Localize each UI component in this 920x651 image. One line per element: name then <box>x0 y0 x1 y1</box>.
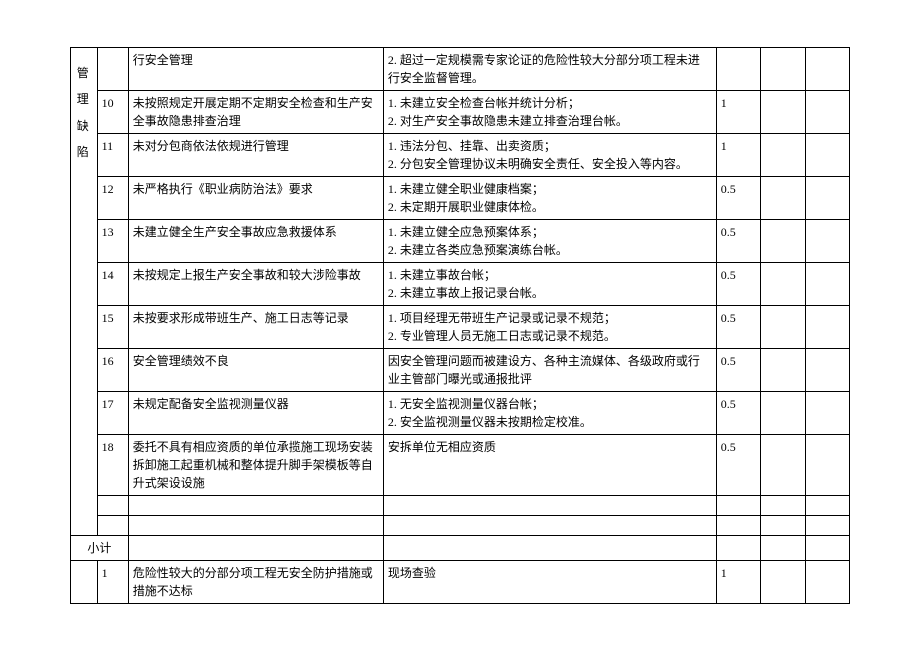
row-score: 0.5 <box>716 263 760 306</box>
row-no: 16 <box>97 349 128 392</box>
row-no: 11 <box>97 134 128 177</box>
row-basis: 1. 无安全监视测量仪器台帐；2. 安全监视测量仪器未按期检定校准。 <box>383 392 716 435</box>
row-basis: 安拆单位无相应资质 <box>383 435 716 496</box>
table-row <box>71 496 850 516</box>
table-row: 10 未按照规定开展定期不定期安全检查和生产安全事故隐患排查治理 1. 未建立安… <box>71 91 850 134</box>
table-row: 11 未对分包商依法依规进行管理 1. 违法分包、挂靠、出卖资质；2. 分包安全… <box>71 134 850 177</box>
row-basis: 因安全管理问题而被建设方、各种主流媒体、各级政府或行业主管部门曝光或通报批评 <box>383 349 716 392</box>
row-issue: 危险性较大的分部分项工程无安全防护措施或措施不达标 <box>128 561 383 604</box>
row-no: 14 <box>97 263 128 306</box>
row-no: 12 <box>97 177 128 220</box>
row-score: 1 <box>716 134 760 177</box>
row-no: 17 <box>97 392 128 435</box>
row-basis: 1. 未建立健全职业健康档案；2. 未定期开展职业健康体检。 <box>383 177 716 220</box>
table-row: 1 危险性较大的分部分项工程无安全防护措施或措施不达标 现场查验 1 <box>71 561 850 604</box>
table-row: 14 未按规定上报生产安全事故和较大涉险事故 1. 未建立事故台帐；2. 未建立… <box>71 263 850 306</box>
table-row <box>71 516 850 536</box>
row-score: 0.5 <box>716 349 760 392</box>
row-basis: 2. 超过一定规模需专家论证的危险性较大分部分项工程未进行安全监督管理。 <box>383 48 716 91</box>
row-score: 0.5 <box>716 392 760 435</box>
table-row: 13 未建立健全生产安全事故应急救援体系 1. 未建立健全应急预案体系；2. 未… <box>71 220 850 263</box>
row-blank-f <box>805 48 849 91</box>
table-row: 18 委托不具有相应资质的单位承揽施工现场安装拆卸施工起重机械和整体提升脚手架模… <box>71 435 850 496</box>
document-page: 管理缺陷 行安全管理 2. 超过一定规模需专家论证的危险性较大分部分项工程未进行… <box>70 47 850 604</box>
table-row: 管理缺陷 行安全管理 2. 超过一定规模需专家论证的危险性较大分部分项工程未进行… <box>71 48 850 91</box>
row-issue: 委托不具有相应资质的单位承揽施工现场安装拆卸施工起重机械和整体提升脚手架模板等自… <box>128 435 383 496</box>
row-score: 0.5 <box>716 435 760 496</box>
row-no: 13 <box>97 220 128 263</box>
row-no: 1 <box>97 561 128 604</box>
row-blank-e <box>761 48 805 91</box>
row-issue: 未按规定上报生产安全事故和较大涉险事故 <box>128 263 383 306</box>
row-no: 15 <box>97 306 128 349</box>
row-issue: 未按照规定开展定期不定期安全检查和生产安全事故隐患排查治理 <box>128 91 383 134</box>
row-score: 0.5 <box>716 177 760 220</box>
row-issue: 安全管理绩效不良 <box>128 349 383 392</box>
row-basis: 现场查验 <box>383 561 716 604</box>
table-row: 16 安全管理绩效不良 因安全管理问题而被建设方、各种主流媒体、各级政府或行业主… <box>71 349 850 392</box>
row-basis: 1. 未建立健全应急预案体系；2. 未建立各类应急预案演练台帐。 <box>383 220 716 263</box>
row-no: 10 <box>97 91 128 134</box>
row-basis: 1. 未建立安全检查台帐并统计分析；2. 对生产安全事故隐患未建立排查治理台帐。 <box>383 91 716 134</box>
row-basis: 1. 违法分包、挂靠、出卖资质；2. 分包安全管理协议未明确安全责任、安全投入等… <box>383 134 716 177</box>
row-issue: 未按要求形成带班生产、施工日志等记录 <box>128 306 383 349</box>
row-basis: 1. 项目经理无带班生产记录或记录不规范；2. 专业管理人员无施工日志或记录不规… <box>383 306 716 349</box>
row-score: 1 <box>716 561 760 604</box>
row-score: 0.5 <box>716 220 760 263</box>
table-row: 15 未按要求形成带班生产、施工日志等记录 1. 项目经理无带班生产记录或记录不… <box>71 306 850 349</box>
category-cell: 管理缺陷 <box>71 48 98 536</box>
category-cell <box>71 561 98 604</box>
row-issue: 未严格执行《职业病防治法》要求 <box>128 177 383 220</box>
row-issue: 行安全管理 <box>128 48 383 91</box>
table-row: 12 未严格执行《职业病防治法》要求 1. 未建立健全职业健康档案；2. 未定期… <box>71 177 850 220</box>
row-issue: 未对分包商依法依规进行管理 <box>128 134 383 177</box>
row-no: 18 <box>97 435 128 496</box>
table-row: 17 未规定配备安全监视测量仪器 1. 无安全监视测量仪器台帐；2. 安全监视测… <box>71 392 850 435</box>
row-score: 0.5 <box>716 306 760 349</box>
assessment-table: 管理缺陷 行安全管理 2. 超过一定规模需专家论证的危险性较大分部分项工程未进行… <box>70 47 850 604</box>
category-label: 管理缺陷 <box>77 66 91 159</box>
row-score: 1 <box>716 91 760 134</box>
subtotal-row: 小计 <box>71 536 850 561</box>
row-score <box>716 48 760 91</box>
subtotal-label: 小计 <box>71 536 129 561</box>
row-issue: 未规定配备安全监视测量仪器 <box>128 392 383 435</box>
row-basis: 1. 未建立事故台帐；2. 未建立事故上报记录台帐。 <box>383 263 716 306</box>
row-no <box>97 48 128 91</box>
row-issue: 未建立健全生产安全事故应急救援体系 <box>128 220 383 263</box>
